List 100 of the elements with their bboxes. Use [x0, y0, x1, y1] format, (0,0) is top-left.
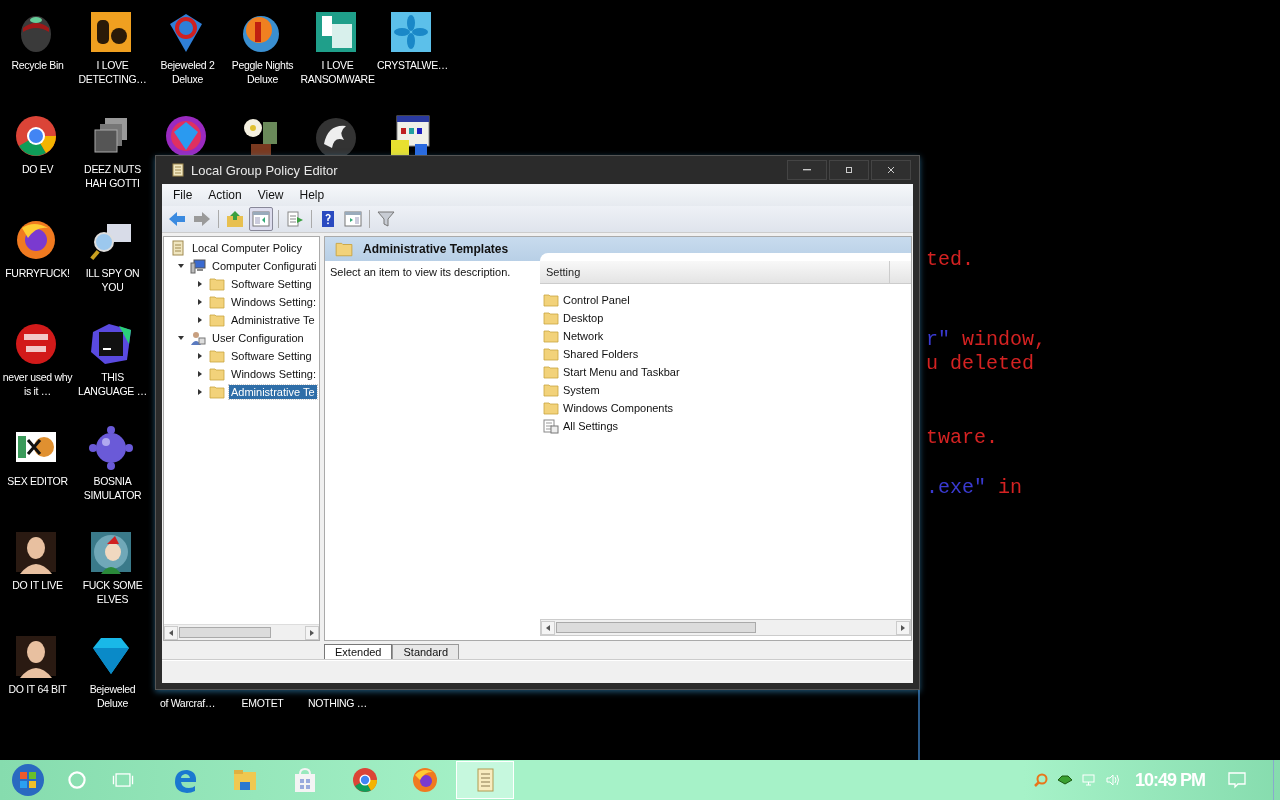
view-tab[interactable]: Standard — [392, 644, 460, 659]
menu-item[interactable]: Action — [201, 186, 249, 204]
icon-label: BOSNIA SIMULATOR — [82, 474, 143, 502]
close-icon — [886, 165, 896, 175]
folder-icon — [543, 310, 559, 326]
tree-item[interactable]: Computer Configurati — [210, 259, 319, 273]
list-item[interactable]: System — [563, 384, 600, 396]
menu-item[interactable]: File — [166, 186, 200, 204]
portrait-icon[interactable] — [14, 634, 58, 678]
filter-icon[interactable] — [375, 208, 397, 230]
folder-icon — [209, 294, 225, 310]
console-text: r" — [926, 328, 950, 351]
folder-icon — [543, 382, 559, 398]
icon-label: Recycle Bin — [10, 58, 65, 72]
portrait-icon[interactable] — [14, 530, 58, 574]
scroll-icon — [170, 162, 186, 178]
square-logo-icon[interactable] — [89, 10, 133, 54]
pane-heading: Administrative Templates — [363, 242, 509, 256]
window-icon[interactable] — [389, 114, 433, 158]
icon-label: ILL SPY ON YOU — [84, 266, 141, 294]
browser-icon — [351, 766, 379, 794]
list-item[interactable]: Shared Folders — [563, 348, 639, 360]
list-item[interactable]: All Settings — [563, 420, 619, 432]
folder-icon — [209, 384, 225, 400]
collapse-arrow-icon[interactable] — [177, 262, 185, 270]
horizontal-scrollbar[interactable] — [164, 624, 319, 640]
scrollbar-thumb[interactable] — [179, 627, 271, 638]
scrollbar-thumb[interactable] — [556, 622, 756, 633]
folder-icon — [543, 400, 559, 416]
tree-item[interactable]: Administrative Te — [229, 313, 317, 327]
list-item[interactable]: Start Menu and Taskbar — [563, 366, 680, 378]
gem-icon[interactable] — [164, 114, 208, 158]
icon-label: Bejeweled Deluxe — [88, 682, 137, 710]
scroll-left-button[interactable] — [164, 625, 178, 640]
folder-icon — [209, 348, 225, 364]
list-item[interactable]: Control Panel — [563, 294, 630, 306]
scroll-right-button[interactable] — [896, 620, 910, 635]
flower-icon[interactable] — [389, 10, 433, 54]
expand-arrow-icon[interactable] — [196, 298, 204, 306]
maximize-button[interactable] — [829, 160, 869, 180]
view-tab[interactable]: Extended — [324, 644, 393, 659]
list-item[interactable]: Windows Components — [563, 402, 674, 414]
icon-label: never used why is it … — [1, 370, 74, 398]
collapse-arrow-icon[interactable] — [177, 334, 185, 342]
scroll-icon — [170, 240, 186, 256]
tree-item[interactable]: Windows Setting: — [229, 367, 318, 381]
console-text: ted. — [926, 248, 974, 271]
icon-label: I LOVE DETECTING… — [77, 58, 148, 86]
console-text: in — [997, 476, 1023, 499]
tree-item[interactable]: Local Computer Policy — [190, 241, 305, 255]
icon-label: DO IT LIVE — [11, 578, 64, 592]
folder-icon — [335, 240, 353, 258]
tree-toggle-icon[interactable] — [249, 207, 273, 231]
folder-icon — [209, 312, 225, 328]
tree-item[interactable]: Software Setting — [229, 277, 314, 291]
folder-up-icon[interactable] — [224, 208, 246, 230]
icon-label: I LOVE RANSOMWARE — [300, 58, 375, 86]
horizontal-scrollbar[interactable] — [540, 619, 911, 636]
icon-label: FUCK SOME ELVES — [81, 578, 144, 606]
folder-icon — [543, 364, 559, 380]
start-button[interactable] — [10, 762, 46, 798]
browser-icon — [411, 766, 439, 794]
icon-label: DO IT 64 BIT — [7, 682, 68, 696]
spiked-ball-icon[interactable] — [89, 426, 133, 470]
tree-item[interactable]: Windows Setting: — [229, 295, 318, 309]
icon-label: of Warcraf… — [158, 696, 217, 710]
computer-icon — [190, 258, 206, 274]
browser-icon[interactable] — [14, 114, 58, 158]
window-title: Local Group Policy Editor — [191, 162, 339, 178]
folder-icon — [543, 292, 559, 308]
list-item[interactable]: Desktop — [563, 312, 604, 324]
icon-label: CRYSTALWE… — [375, 58, 450, 72]
expand-arrow-icon[interactable] — [196, 352, 204, 360]
scroll-left-button[interactable] — [541, 620, 555, 635]
tree-item[interactable]: Administrative Te — [229, 385, 317, 399]
folder-icon — [209, 366, 225, 382]
expand-arrow-icon[interactable] — [196, 370, 204, 378]
folder-icon — [543, 328, 559, 344]
icon-label: DEEZ NUTS HAH GOTTI — [83, 162, 142, 190]
icon-label: NOTHING … — [306, 696, 369, 710]
scroll-right-button[interactable] — [305, 625, 319, 640]
minimize-icon — [803, 169, 811, 171]
settings-list-icon — [543, 418, 559, 434]
menu-item[interactable]: View — [250, 186, 291, 204]
list-item[interactable]: Network — [563, 330, 604, 342]
expand-arrow-icon[interactable] — [196, 280, 204, 288]
round-badge-icon[interactable] — [14, 322, 58, 366]
user-icon — [190, 330, 206, 346]
menu-item[interactable]: Help — [292, 186, 332, 204]
tree-item[interactable]: Software Setting — [229, 349, 314, 363]
square-logo-icon[interactable] — [89, 322, 133, 366]
icon-label: Bejeweled 2 Deluxe — [159, 58, 216, 86]
folder-icon — [543, 346, 559, 362]
description-text: Select an item to view its description. — [330, 266, 511, 278]
expand-arrow-icon[interactable] — [196, 316, 204, 324]
console-text: u deleted — [926, 352, 1035, 375]
browser-icon[interactable] — [14, 218, 58, 262]
expand-arrow-icon[interactable] — [196, 388, 204, 396]
document-icon[interactable] — [314, 10, 358, 54]
tree-item[interactable]: User Configuration — [210, 331, 306, 345]
